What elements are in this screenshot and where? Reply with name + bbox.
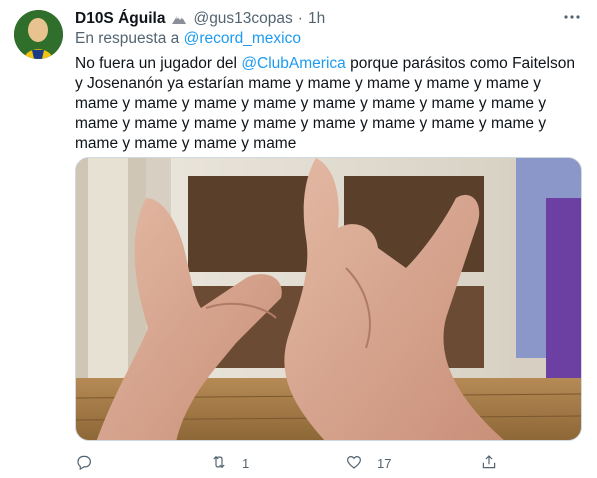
reply-button[interactable] (75, 452, 107, 474)
tweet-media[interactable] (75, 157, 582, 441)
like-button[interactable]: 17 (345, 452, 391, 474)
tweet-time[interactable]: 1h (308, 10, 325, 28)
reply-context: En respuesta a @record_mexico (75, 30, 301, 48)
more-dots-icon[interactable] (561, 8, 583, 30)
tweet-header: D10S Águila @gus13copas · 1h (75, 8, 325, 30)
separator-dot: · (297, 10, 303, 27)
retweet-count: 1 (242, 455, 250, 471)
heart-icon (345, 453, 363, 474)
tweet-actions: 1 17 (75, 452, 555, 474)
tweet-text-part1: No fuera un jugador del (75, 55, 242, 72)
reply-to-handle[interactable]: @record_mexico (184, 30, 301, 47)
author-handle[interactable]: @gus13copas (193, 10, 292, 28)
like-count: 17 (377, 455, 392, 471)
share-icon (480, 453, 498, 474)
mountain-emoji-icon (171, 11, 187, 27)
retweet-icon (210, 453, 228, 474)
avatar[interactable] (14, 10, 63, 59)
share-button[interactable] (480, 452, 512, 474)
tweet[interactable]: D10S Águila @gus13copas · 1h En respuest… (0, 0, 597, 478)
tweet-text: No fuera un jugador del @ClubAmerica por… (75, 54, 585, 154)
reply-prefix: En respuesta a (75, 30, 180, 47)
reply-icon (75, 453, 93, 474)
retweet-button[interactable]: 1 (210, 452, 249, 474)
author-name[interactable]: D10S Águila (75, 10, 165, 28)
clapping-hands-image (76, 158, 581, 440)
mention-link[interactable]: @ClubAmerica (241, 55, 345, 72)
avatar-image (14, 10, 63, 59)
